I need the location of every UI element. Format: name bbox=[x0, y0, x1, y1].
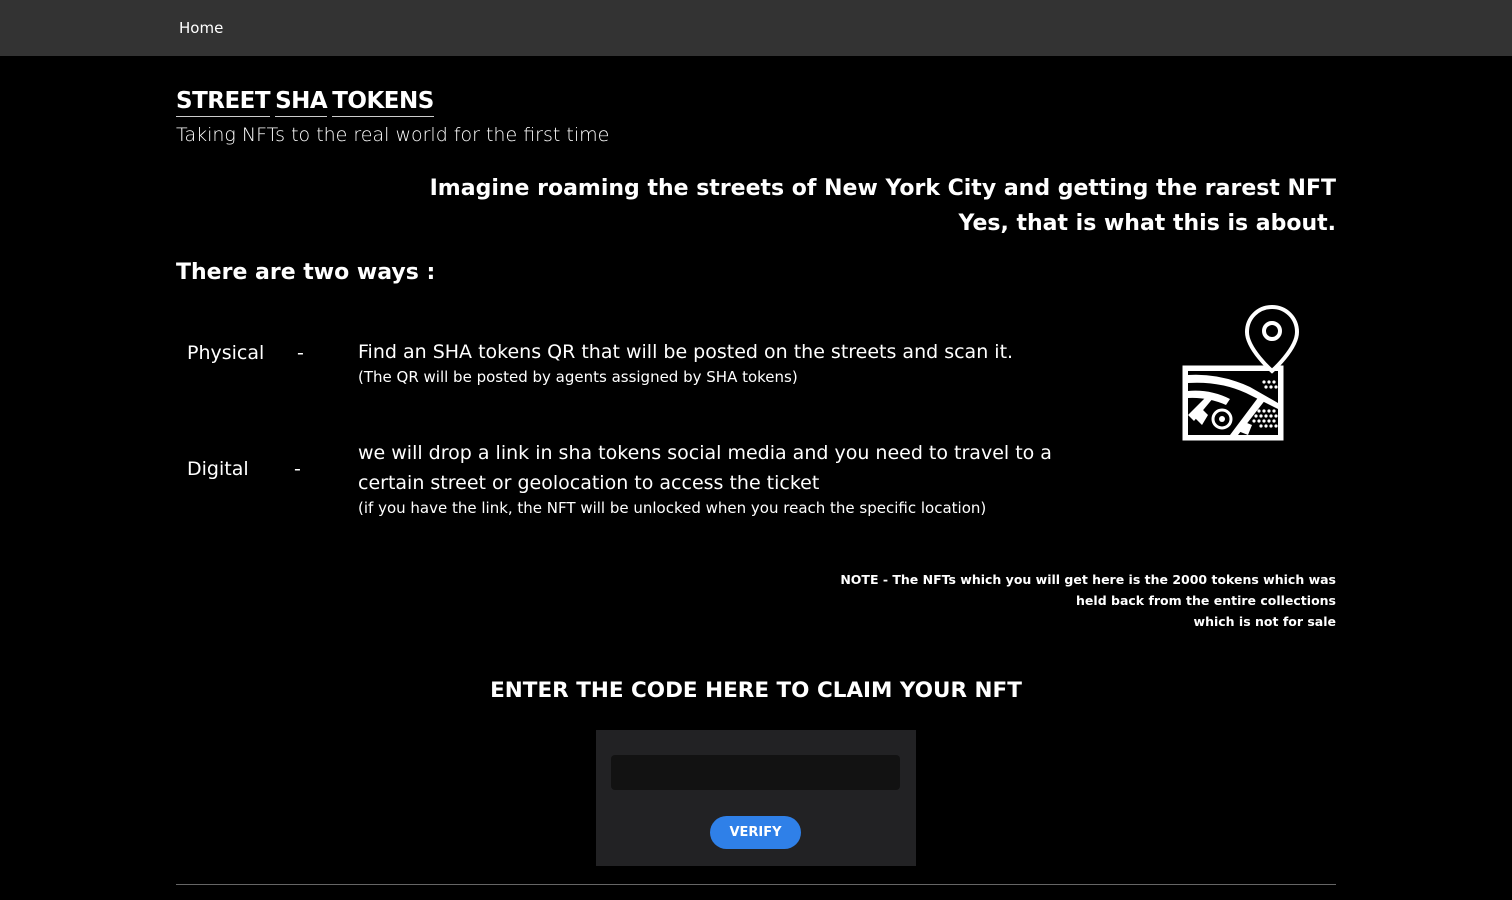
note-line-1: NOTE - The NFTs which you will get here … bbox=[840, 572, 1336, 587]
way-text-digital: we will drop a link in sha tokens social… bbox=[358, 442, 1052, 494]
intro-line-1: Imagine roaming the streets of New York … bbox=[429, 176, 1336, 201]
claim-form: VERIFY bbox=[596, 730, 916, 866]
claim-heading: ENTER THE CODE HERE TO CLAIM YOUR NFT bbox=[490, 678, 1022, 703]
intro-text: Imagine roaming the streets of New York … bbox=[430, 171, 1336, 241]
way-description-physical: Find an SHA tokens QR that will be poste… bbox=[358, 337, 1118, 387]
brand-word-tokens: TOKENS bbox=[332, 86, 434, 117]
way-label-digital: Digital bbox=[187, 458, 249, 480]
way-description-digital: we will drop a link in sha tokens social… bbox=[358, 438, 1118, 518]
note-text: NOTE - The NFTs which you will get here … bbox=[840, 569, 1336, 632]
nav-home-link[interactable]: Home bbox=[179, 19, 223, 37]
footer-divider bbox=[176, 884, 1336, 885]
tagline: Taking NFTs to the real world for the fi… bbox=[176, 124, 610, 146]
intro-line-2: Yes, that is what this is about. bbox=[958, 211, 1336, 236]
note-line-2: held back from the entire collections bbox=[1076, 593, 1336, 608]
way-note-physical: (The QR will be posted by agents assigne… bbox=[358, 368, 798, 386]
brand-title: STREET SHA TOKENS bbox=[176, 86, 439, 117]
way-dash-digital: - bbox=[294, 458, 301, 480]
verify-button[interactable]: VERIFY bbox=[710, 816, 801, 849]
map-location-pin-icon bbox=[1182, 304, 1300, 441]
brand-word-street: STREET bbox=[176, 86, 271, 117]
brand-word-sha: SHA bbox=[275, 86, 328, 117]
claim-code-input[interactable] bbox=[611, 755, 900, 790]
ways-heading: There are two ways : bbox=[176, 260, 436, 285]
top-navbar: Home bbox=[0, 0, 1512, 56]
way-note-digital: (if you have the link, the NFT will be u… bbox=[358, 499, 987, 517]
way-dash-physical: - bbox=[297, 342, 304, 364]
note-line-3: which is not for sale bbox=[1193, 614, 1336, 629]
way-label-physical: Physical bbox=[187, 342, 265, 364]
way-text-physical: Find an SHA tokens QR that will be poste… bbox=[358, 341, 1014, 363]
